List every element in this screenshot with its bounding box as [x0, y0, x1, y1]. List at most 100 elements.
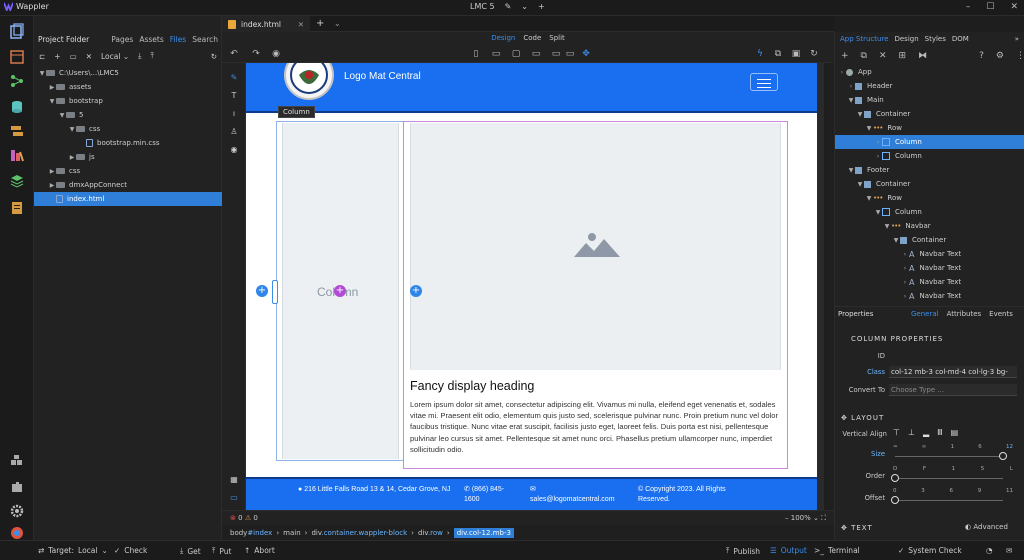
- tab-assets[interactable]: Assets: [139, 35, 163, 44]
- structure-item[interactable]: ▼ ••• Row: [835, 121, 1024, 135]
- brand-text[interactable]: Logo Mat Central: [344, 71, 421, 82]
- wrap-icon[interactable]: ⊞: [899, 51, 907, 61]
- plugins-icon[interactable]: [8, 478, 26, 496]
- breadcrumb-item[interactable]: div.col-12.mb-3: [453, 527, 514, 538]
- convert-to-select[interactable]: Choose Type ...: [889, 384, 1017, 396]
- chevron-icon[interactable]: ▼: [847, 167, 855, 174]
- folder-item[interactable]: ▼ C:\Users\...\LMC5: [34, 66, 222, 80]
- tab-events[interactable]: Events: [989, 310, 1013, 318]
- mode-design[interactable]: Design: [491, 34, 515, 45]
- chevron-icon[interactable]: ▶: [48, 182, 56, 189]
- structure-item[interactable]: ▼ Main: [835, 93, 1024, 107]
- tab-pages[interactable]: Pages: [111, 35, 133, 44]
- insert-after-button[interactable]: +: [410, 285, 422, 297]
- align-baseline-icon[interactable]: ▤: [951, 428, 959, 437]
- database-icon[interactable]: [8, 98, 26, 116]
- close-button[interactable]: ✕: [1010, 2, 1018, 12]
- structure-item[interactable]: ▼ Footer: [835, 163, 1024, 177]
- upload-icon[interactable]: ⤒: [150, 51, 153, 61]
- chevron-icon[interactable]: ▼: [856, 111, 864, 118]
- chevron-icon[interactable]: ›: [847, 83, 855, 90]
- edit-icon[interactable]: ✎: [505, 2, 512, 11]
- styles-icon[interactable]: [8, 146, 26, 164]
- mode-split[interactable]: Split: [549, 34, 565, 45]
- tab-design[interactable]: Design: [894, 35, 918, 43]
- preview-icon[interactable]: ▣: [790, 48, 802, 60]
- breadcrumb-item[interactable]: div.container.wappler-block: [311, 529, 407, 537]
- device-desktop-icon[interactable]: ▭: [550, 48, 562, 60]
- structure-item[interactable]: ▼ Column: [835, 205, 1024, 219]
- footer-address[interactable]: ● 216 Little Falls Road 13 & 14, Cedar G…: [298, 485, 454, 495]
- feedback-icon[interactable]: ✉: [1006, 546, 1012, 555]
- new-tab-icon[interactable]: +: [316, 18, 324, 29]
- duplicate-icon[interactable]: ⧉: [861, 51, 867, 61]
- chevron-down-icon[interactable]: ⌄: [521, 2, 528, 11]
- refresh-preview-icon[interactable]: ↻: [808, 48, 820, 60]
- drag-handle[interactable]: [272, 280, 278, 304]
- settings-gear-icon[interactable]: ⚙: [996, 51, 1004, 61]
- status-abort-button[interactable]: ↑ Abort: [244, 546, 275, 555]
- structure-item[interactable]: › Column: [835, 135, 1024, 149]
- file-item[interactable]: bootstrap.min.css: [34, 136, 222, 150]
- folder-item[interactable]: ▼ css: [34, 122, 222, 136]
- routing-icon[interactable]: [8, 122, 26, 140]
- structure-item[interactable]: ▼ Container: [835, 233, 1024, 247]
- system-check-button[interactable]: ✓ System Check: [898, 546, 962, 555]
- chevron-icon[interactable]: ▼: [865, 125, 873, 132]
- page-header[interactable]: Logo Mat Central: [246, 63, 817, 111]
- structure-item[interactable]: ▼ ••• Navbar: [835, 219, 1024, 233]
- align-stretch-icon[interactable]: Ⅲ: [937, 428, 943, 437]
- text-tool-icon[interactable]: T: [228, 89, 240, 101]
- terminal-button[interactable]: >_ Terminal: [814, 546, 860, 555]
- chevron-icon[interactable]: ›: [838, 69, 846, 76]
- folder-item[interactable]: ▼ bootstrap: [34, 94, 222, 108]
- help-icon[interactable]: ?: [979, 51, 984, 61]
- status-check-button[interactable]: ✓ Check: [114, 546, 147, 555]
- breadcrumb-item[interactable]: main: [283, 529, 301, 537]
- offset-slider[interactable]: [895, 500, 1003, 501]
- open-folder-icon[interactable]: ⊏: [39, 52, 45, 61]
- breadcrumb-item[interactable]: body#index: [230, 529, 272, 537]
- order-slider[interactable]: [895, 478, 1003, 479]
- size-slider[interactable]: [895, 456, 1003, 457]
- breadcrumb-item[interactable]: div.row: [418, 529, 443, 537]
- files-icon[interactable]: [8, 22, 26, 40]
- chevron-icon[interactable]: ▶: [48, 168, 56, 175]
- chevron-icon[interactable]: ▼: [58, 112, 66, 119]
- expand-panel-icon[interactable]: »: [1015, 35, 1019, 43]
- align-center-icon[interactable]: ⊥: [908, 428, 915, 437]
- layers-icon[interactable]: [8, 172, 26, 190]
- insert-inside-button[interactable]: +: [334, 285, 346, 297]
- chevron-icon[interactable]: ▼: [68, 126, 76, 133]
- structure-item[interactable]: › A Navbar Text: [835, 275, 1024, 289]
- grid-tool-icon[interactable]: ▦: [228, 473, 240, 485]
- select-tool-icon[interactable]: ✎: [228, 71, 240, 83]
- device-phone-landscape-icon[interactable]: ▭: [490, 48, 502, 60]
- chevron-icon[interactable]: ▼: [38, 70, 46, 77]
- display-heading[interactable]: Fancy display heading: [410, 379, 534, 393]
- link-icon[interactable]: ⧓: [918, 51, 927, 61]
- advanced-toggle[interactable]: ◐ Advanced: [965, 523, 1008, 531]
- structure-item[interactable]: ▼ ••• Row: [835, 191, 1024, 205]
- add-project-icon[interactable]: +: [538, 2, 545, 11]
- target-selector[interactable]: ⇄ Target: Local ⌄: [38, 546, 108, 555]
- fluid-icon[interactable]: ✥: [580, 48, 592, 60]
- chevron-icon[interactable]: ›: [901, 279, 909, 286]
- ruler-tool-icon[interactable]: ▭: [228, 491, 240, 503]
- device-laptop-icon[interactable]: ▭: [530, 48, 542, 60]
- structure-item[interactable]: ▼ Container: [835, 107, 1024, 121]
- target-select[interactable]: Local ⌄: [101, 52, 129, 61]
- offset-slider-knob[interactable]: [891, 496, 899, 504]
- tab-app-structure[interactable]: App Structure: [840, 35, 888, 43]
- size-slider-knob[interactable]: [999, 452, 1007, 460]
- navbar-toggler-button[interactable]: [750, 73, 778, 91]
- workflow-icon[interactable]: [8, 72, 26, 90]
- folder-item[interactable]: ▶ css: [34, 164, 222, 178]
- folder-item[interactable]: ▶ js: [34, 150, 222, 164]
- structure-item[interactable]: › Column: [835, 149, 1024, 163]
- tab-search[interactable]: Search: [192, 35, 218, 44]
- zoom-control[interactable]: – 100% ⌄ ⛶: [785, 514, 826, 523]
- device-wide-icon[interactable]: ▭: [564, 48, 576, 60]
- order-slider-knob[interactable]: [891, 474, 899, 482]
- new-folder-icon[interactable]: ▭: [70, 52, 77, 61]
